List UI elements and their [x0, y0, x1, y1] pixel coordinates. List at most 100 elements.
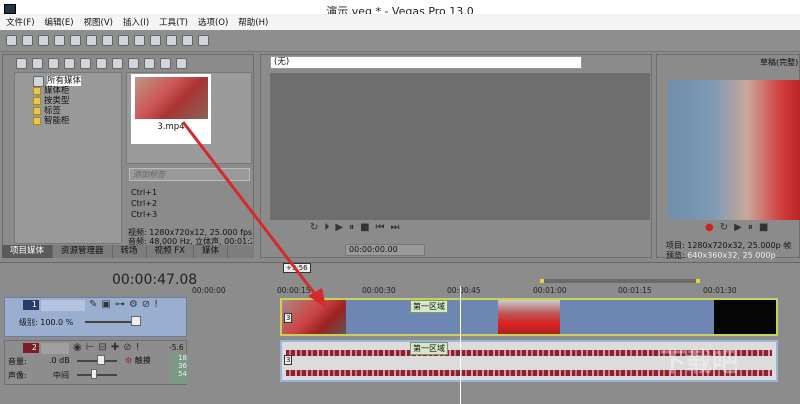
extract-icon[interactable] — [48, 57, 59, 69]
stop-icon[interactable]: ■ — [759, 222, 768, 233]
menu-file[interactable]: 文件(F) — [6, 16, 35, 28]
audio-track-header[interactable]: 2 ◉⊢⊟✚⊘! -5.6 音量: .0 dB ⚙ 触摸 声像: 中间 18 36… — [4, 340, 187, 385]
web-icon[interactable] — [64, 57, 75, 69]
region-label[interactable]: 第一区域 — [410, 300, 448, 313]
media-fx-icon[interactable] — [112, 57, 123, 69]
trimmer-dropdown[interactable]: (无) — [270, 56, 582, 69]
folder-icon — [33, 107, 41, 115]
tab-explorer[interactable]: 资源管理器 — [53, 245, 113, 258]
tab-project-media[interactable]: 项目媒体 — [2, 245, 54, 258]
track-name-input[interactable] — [41, 300, 85, 311]
new-icon[interactable] — [6, 35, 17, 46]
tab-video-fx[interactable]: 视频 FX — [147, 245, 194, 258]
media-filename: 3.mp4 — [157, 122, 185, 132]
track-number: 1 — [23, 300, 39, 310]
monitor-icon — [33, 75, 44, 87]
cut-icon[interactable] — [102, 35, 113, 46]
open-icon[interactable] — [22, 35, 33, 46]
time-ruler[interactable]: 00:00:00 00:00:15 00:00:30 00:00:45 00:0… — [190, 286, 800, 296]
menu-edit[interactable]: 编辑(E) — [45, 16, 74, 28]
import-icon[interactable] — [16, 57, 27, 69]
take-indicator[interactable]: 3 — [284, 355, 293, 365]
event-black-frame — [714, 300, 776, 334]
video-track-header[interactable]: 1 ✎▣⊶⚙⊘! 级别: 100.0 % — [4, 297, 187, 337]
tab-media-generators[interactable]: 媒体 — [194, 245, 228, 258]
delete-icon[interactable] — [96, 57, 107, 69]
main-toolbar — [0, 30, 800, 52]
render-icon[interactable] — [70, 35, 81, 46]
preview-info: 预览: 640x360x32, 25.000p — [666, 251, 776, 260]
pan-slider-handle[interactable] — [91, 369, 97, 379]
volume-slider-handle[interactable] — [97, 355, 105, 365]
search-media-icon[interactable] — [80, 57, 91, 69]
paste-icon[interactable] — [134, 35, 145, 46]
save-icon[interactable] — [38, 35, 49, 46]
folder-icon — [33, 87, 41, 95]
properties-icon[interactable] — [86, 35, 97, 46]
tag-input[interactable]: 添加标签 — [129, 168, 250, 181]
menu-tools[interactable]: 工具(T) — [159, 16, 188, 28]
video-event[interactable]: 3 第一区域 — [280, 298, 778, 336]
stop-icon[interactable] — [144, 57, 155, 69]
preview-quality-dropdown[interactable]: 草稿(完整) — [760, 57, 798, 68]
trim-icon[interactable] — [182, 35, 193, 46]
pan-slider[interactable] — [77, 374, 117, 376]
take-indicator[interactable]: 3 — [284, 313, 293, 323]
tree-media-bins[interactable]: 媒体柜 — [33, 86, 121, 96]
automation-mode[interactable]: ⚙ 触摸 — [125, 355, 151, 366]
undo-icon[interactable] — [150, 35, 161, 46]
play-icon[interactable]: ▶ — [734, 222, 742, 233]
play-icon[interactable] — [128, 57, 139, 69]
loop-region-bar[interactable] — [540, 279, 700, 283]
tree-tags[interactable]: 标签 — [33, 106, 121, 116]
save-as-icon[interactable] — [54, 35, 65, 46]
track-buttons[interactable]: ◉⊢⊟✚⊘! — [73, 342, 144, 353]
level-slider-handle[interactable] — [131, 316, 141, 326]
menu-help[interactable]: 帮助(H) — [238, 16, 268, 28]
ruler-tick: 00:01:15 — [618, 286, 652, 295]
redo-icon[interactable] — [166, 35, 177, 46]
volume-value: .0 dB — [49, 356, 70, 365]
prev-frame-icon[interactable]: ⏮ — [376, 222, 385, 233]
preview-transport: ● ↻ ▶ ⏸ ■ — [705, 222, 768, 233]
media-thumbnail[interactable] — [135, 77, 208, 119]
stop-icon[interactable]: ■ — [360, 222, 369, 233]
tree-all-media[interactable]: 所有媒体 — [33, 75, 121, 87]
trimmer-timecode[interactable]: 00:00:00.00 — [345, 244, 425, 256]
menu-insert[interactable]: 插入(I) — [123, 16, 149, 28]
tree-by-type[interactable]: 按类型 — [33, 96, 121, 106]
play-from-start-icon[interactable]: ⏵ — [324, 222, 329, 233]
track-name-input[interactable] — [41, 343, 69, 354]
trimmer-transport: ↻ ⏵ ▶ ⏸ ■ ⏮ ⏭ — [310, 222, 400, 233]
zoom-icon[interactable] — [176, 57, 187, 69]
loop-region-marker[interactable]: +3:56 — [283, 263, 311, 273]
loop-icon[interactable]: ↻ — [720, 222, 728, 233]
record-icon[interactable]: ● — [705, 222, 714, 233]
menu-view[interactable]: 视图(V) — [84, 16, 113, 28]
trimmer-area — [270, 73, 650, 220]
track-level: 级别: 100.0 % — [19, 318, 74, 327]
playhead-cursor[interactable] — [460, 286, 461, 404]
help-icon[interactable] — [198, 35, 209, 46]
copy-icon[interactable] — [118, 35, 129, 46]
menu-options[interactable]: 选项(O) — [198, 16, 228, 28]
track-buttons[interactable]: ✎▣⊶⚙⊘! — [89, 299, 162, 310]
shortcut-3: Ctrl+3 — [131, 210, 158, 219]
pan-label: 声像: — [8, 371, 27, 380]
ruler-tick: 00:01:00 — [533, 286, 567, 295]
views-icon[interactable] — [160, 57, 171, 69]
window-docking-tabs: 项目媒体 资源管理器 转场 视频 FX 媒体 — [2, 245, 254, 258]
video-preview-frame — [668, 80, 800, 220]
tree-smart-bins[interactable]: 智能柜 — [33, 116, 121, 126]
tab-transitions[interactable]: 转场 — [113, 245, 147, 258]
menu-bar: 文件(F) 编辑(E) 视图(V) 插入(I) 工具(T) 选项(O) 帮助(H… — [0, 14, 800, 30]
play-icon[interactable]: ▶ — [335, 222, 343, 233]
loop-icon[interactable]: ↻ — [310, 222, 318, 233]
next-frame-icon[interactable]: ⏭ — [391, 222, 400, 233]
event-thumbnail — [498, 300, 560, 334]
capture-icon[interactable] — [32, 57, 43, 69]
pause-icon[interactable]: ⏸ — [748, 222, 753, 233]
ruler-tick: 00:00:00 — [192, 286, 226, 295]
region-label[interactable]: 第一区域 — [410, 342, 448, 355]
pause-icon[interactable]: ⏸ — [349, 222, 354, 233]
